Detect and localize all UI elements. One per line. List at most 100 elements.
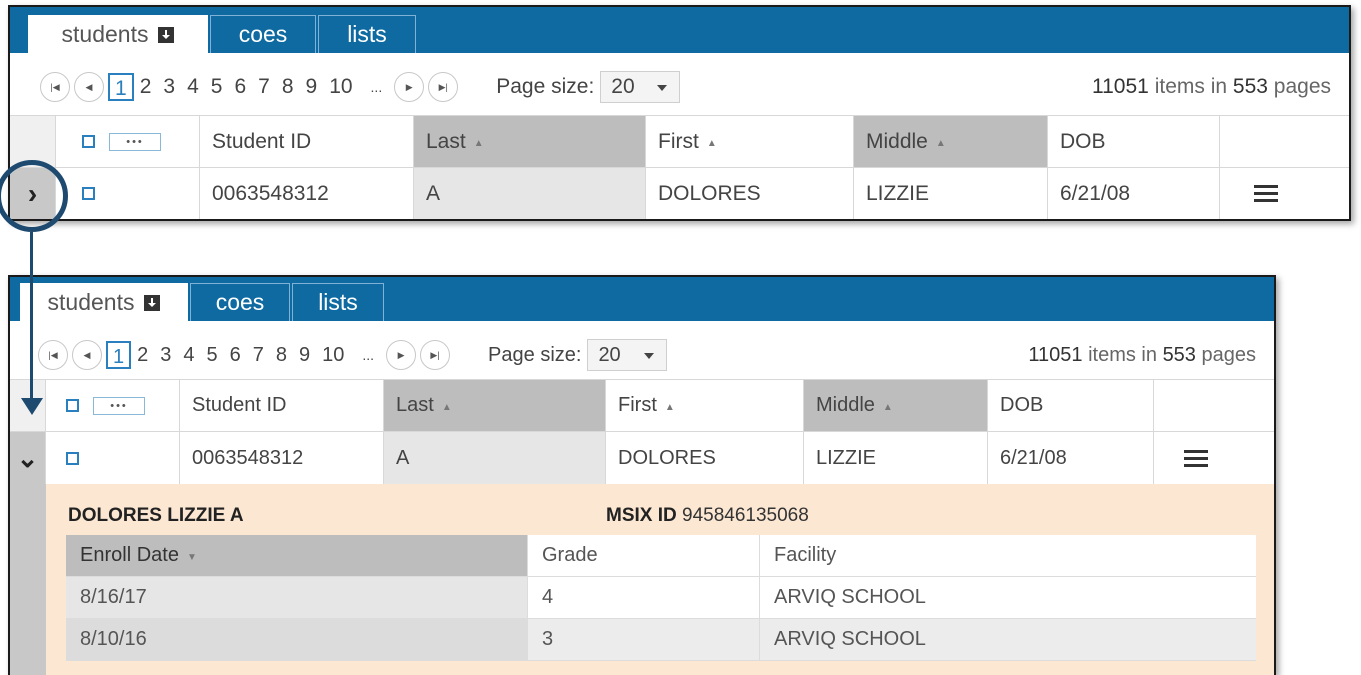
column-header-middle[interactable]: Middle ▲ [804,379,988,431]
download-icon[interactable] [158,26,175,43]
page-link[interactable]: 9 [300,75,324,99]
column-header-student-id[interactable]: Student ID [200,115,414,167]
page-link[interactable]: 8 [270,344,293,367]
enrollment-header: Enroll Date ▼ Grade Facility [66,535,1256,577]
column-label: Last [426,129,466,153]
sort-ascending-icon: ▲ [935,138,946,149]
page-link[interactable]: 3 [157,75,181,99]
sort-descending-icon: ▼ [186,552,197,563]
page-link[interactable]: 4 [181,75,205,99]
more-options-button[interactable]: ••• [109,132,161,151]
download-icon[interactable] [144,294,161,311]
more-options-button[interactable]: ••• [93,396,145,415]
page-size-select[interactable]: 20 [600,71,681,103]
tab-label: students [47,289,135,315]
page-link[interactable]: 7 [252,75,276,99]
tab-students[interactable]: students [28,15,208,53]
page-link[interactable]: 5 [201,344,224,367]
page-size-label: Page size: [496,75,595,98]
prev-page-icon[interactable]: ◀ [74,72,104,102]
page-link[interactable]: 8 [276,75,300,99]
tab-coes[interactable]: coes [190,283,290,321]
last-page-icon[interactable]: ▶| [420,340,451,370]
hamburger-menu-icon[interactable] [1254,181,1278,206]
sort-ascending-icon: ▲ [882,402,893,413]
row-collapse-button[interactable]: ⌄ [10,431,46,484]
page-link[interactable]: 6 [224,344,247,367]
row-actions-cell [1220,167,1349,219]
cell-first: DOLORES [606,431,804,484]
page-link-current[interactable]: 1 [108,73,134,101]
column-header-facility[interactable]: Facility [760,535,1256,577]
column-label: Facility [774,544,837,566]
cell-student-id: 0063548312 [180,431,384,484]
column-header-dob[interactable]: DOB [988,379,1154,431]
select-all-checkbox[interactable] [82,135,95,148]
column-header-dob[interactable]: DOB [1048,115,1220,167]
tab-lists[interactable]: lists [292,283,384,321]
column-header-grade[interactable]: Grade [528,535,760,577]
page-link[interactable]: 6 [228,75,252,99]
column-header-actions [1154,379,1274,431]
tab-students[interactable]: students [20,283,188,321]
column-label: Grade [542,544,598,566]
hamburger-menu-icon[interactable] [1184,446,1208,471]
column-header-middle[interactable]: Middle ▲ [854,115,1048,167]
students-table: ••• Student ID Last ▲ First ▲ Middle ▲ D… [10,115,1349,219]
column-header-student-id[interactable]: Student ID [180,379,384,431]
page-link-current[interactable]: 1 [106,341,132,369]
cell-student-id: 0063548312 [200,167,414,219]
page-ellipsis[interactable]: ... [350,347,386,363]
cell-grade: 4 [528,577,760,619]
page-link[interactable]: 3 [154,344,177,367]
page-link[interactable]: 2 [134,75,158,99]
column-label: DOB [1060,129,1106,153]
page-link[interactable]: 9 [293,344,316,367]
column-header-last[interactable]: Last ▲ [384,379,606,431]
select-all-checkbox[interactable] [66,399,79,412]
cell-first: DOLORES [646,167,854,219]
last-page-icon[interactable]: ▶| [428,72,459,102]
first-page-icon[interactable]: |◀ [40,72,70,102]
select-all-cell: ••• [46,379,180,431]
page-ellipsis[interactable]: ... [359,79,395,95]
page-size-label: Page size: [488,343,582,366]
page-link[interactable]: 7 [247,344,270,367]
first-page-icon[interactable]: |◀ [38,340,68,370]
tab-label: coes [238,21,288,47]
page-link[interactable]: 2 [131,344,154,367]
msix-label: MSIX ID [606,505,677,526]
column-header-first[interactable]: First ▲ [646,115,854,167]
page-link[interactable]: 5 [205,75,229,99]
prev-page-icon[interactable]: ◀ [72,340,102,370]
column-label: Enroll Date [80,544,179,566]
cell-grade: 3 [528,619,760,661]
items-in-text: items in [1088,343,1157,366]
expander-gutter [10,484,46,675]
page-link[interactable]: 10 [316,344,350,367]
cell-dob: 6/21/08 [988,431,1154,484]
page-count: 553 [1232,75,1268,98]
student-full-name: DOLORES LIZZIE A [68,505,244,526]
page-size-select[interactable]: 20 [587,339,668,371]
column-header-enroll-date[interactable]: Enroll Date ▼ [66,535,528,577]
item-count: 11051 [1092,75,1149,98]
tab-label: students [61,21,149,47]
page-link[interactable]: 10 [323,75,358,99]
column-label: First [658,129,699,153]
column-header-first[interactable]: First ▲ [606,379,804,431]
table-header: ••• Student ID Last ▲ First ▲ Middle ▲ D… [10,115,1349,167]
column-header-last[interactable]: Last ▲ [414,115,646,167]
table-header: ••• Student ID Last ▲ First ▲ Middle ▲ D… [10,379,1274,431]
page-link[interactable]: 4 [177,344,200,367]
next-page-icon[interactable]: ▶ [394,72,425,102]
column-header-actions [1220,115,1349,167]
next-page-icon[interactable]: ▶ [386,340,417,370]
students-grid-collapsed: students coes lists |◀ ◀ 1 2 3 4 5 6 7 8… [8,5,1351,221]
tab-coes[interactable]: coes [210,15,316,53]
tab-lists[interactable]: lists [318,15,416,53]
row-checkbox[interactable] [66,451,79,465]
row-checkbox[interactable] [82,187,95,200]
sort-ascending-icon: ▲ [441,402,452,413]
student-detail-panel: DOLORES LIZZIE A MSIX ID 945846135068 En… [46,484,1274,675]
